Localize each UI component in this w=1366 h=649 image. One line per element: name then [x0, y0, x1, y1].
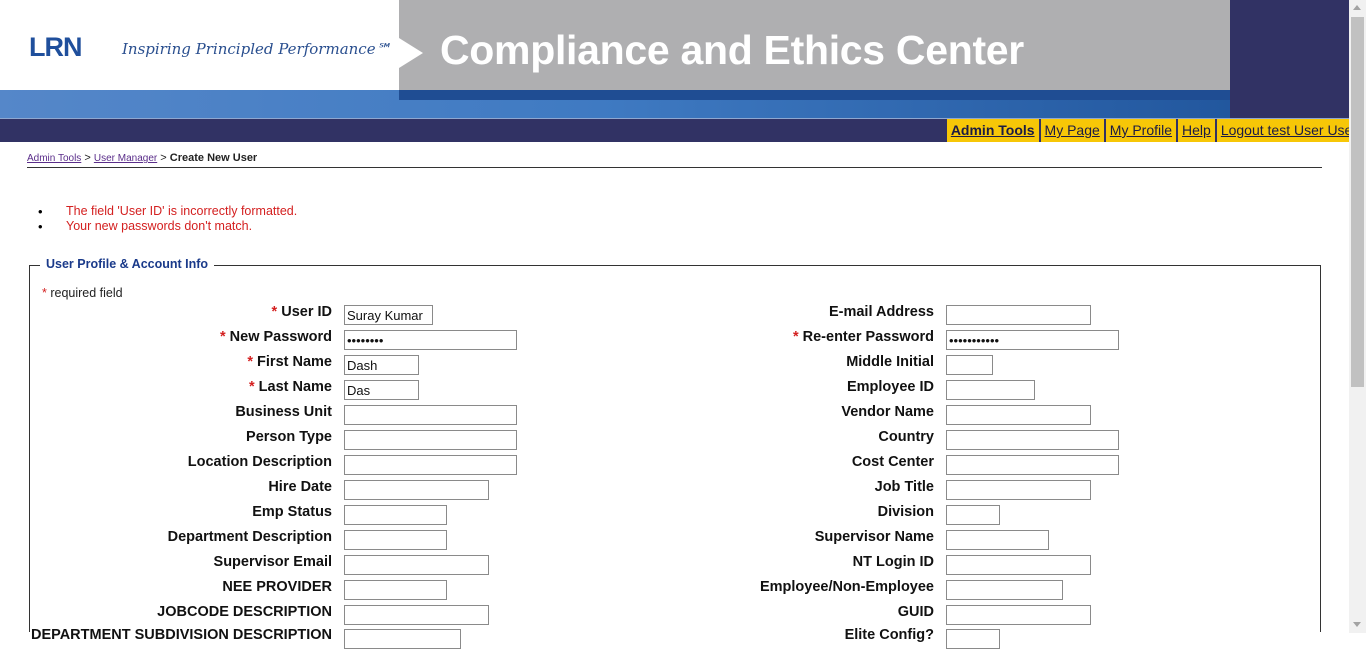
breadcrumb-admin-tools-link[interactable]: Admin Tools [27, 153, 81, 164]
jobcode-description-input[interactable] [344, 605, 489, 625]
employee-id-label: Employee ID [846, 379, 934, 395]
scroll-down-arrow-icon[interactable] [1353, 622, 1361, 627]
elite-config-label: Elite Config? [844, 627, 934, 643]
reenter-password-label: * Re-enter Password [793, 329, 934, 345]
job-title-input[interactable] [946, 480, 1091, 500]
label-text: New Password [229, 329, 332, 345]
user-id-label: * User ID [272, 304, 332, 320]
location-description-label: Location Description [187, 454, 332, 470]
supervisor-email-label: Supervisor Email [213, 554, 332, 570]
new-password-input[interactable] [344, 330, 517, 350]
department-subdivision-description-input[interactable] [344, 629, 461, 649]
middle-initial-input[interactable] [946, 355, 993, 375]
country-label: Country [878, 429, 934, 445]
user-id-input[interactable] [344, 305, 433, 325]
breadcrumb: Admin Tools > User Manager > Create New … [27, 152, 257, 164]
department-subdivision-description-label: DEPARTMENT SUBDIVISION DESCRIPTION [30, 627, 332, 643]
country-input[interactable] [946, 430, 1119, 450]
elite-config-input[interactable] [946, 629, 1000, 649]
required-star: * [271, 304, 278, 320]
label-text: Re-enter Password [802, 329, 934, 345]
hire-date-input[interactable] [344, 480, 489, 500]
header-blue-stripe [399, 90, 1230, 100]
breadcrumb-divider [27, 167, 1322, 168]
required-field-note: * required field [42, 286, 123, 300]
breadcrumb-current: Create New User [169, 152, 258, 164]
last-name-input[interactable] [344, 380, 419, 400]
email-address-label: E-mail Address [828, 304, 934, 320]
jobcode-description-label: JOBCODE DESCRIPTION [157, 604, 332, 620]
vertical-scrollbar[interactable] [1349, 0, 1366, 633]
required-star: * [247, 354, 254, 370]
logo-tagline: Inspiring Principled Performance℠ [122, 40, 391, 58]
cost-center-label: Cost Center [851, 454, 934, 470]
person-type-label: Person Type [246, 429, 332, 445]
supervisor-email-input[interactable] [344, 555, 489, 575]
division-input[interactable] [946, 505, 1000, 525]
first-name-label: * First Name [247, 354, 332, 370]
cost-center-input[interactable] [946, 455, 1119, 475]
nav-admin-tools-link[interactable]: Admin Tools [946, 119, 1039, 142]
breadcrumb-separator: > [84, 152, 91, 164]
error-list: The field 'User ID' is incorrectly forma… [38, 204, 297, 234]
breadcrumb-separator: > [160, 152, 167, 164]
hire-date-label: Hire Date [268, 479, 332, 495]
emp-status-input[interactable] [344, 505, 447, 525]
guid-input[interactable] [946, 605, 1091, 625]
header-corner-block [1230, 0, 1349, 118]
guid-label: GUID [897, 604, 934, 620]
scroll-up-arrow-icon[interactable] [1353, 5, 1361, 10]
reenter-password-input[interactable] [946, 330, 1119, 350]
label-text: First Name [257, 354, 332, 370]
employee-non-employee-label: Employee/Non-Employee [759, 579, 934, 595]
required-star: * [219, 329, 226, 345]
error-message: The field 'User ID' is incorrectly forma… [38, 204, 297, 219]
department-description-label: Department Description [167, 529, 332, 545]
page-title: Compliance and Ethics Center [440, 27, 1024, 73]
required-star: * [248, 379, 255, 395]
nav-my-profile-link[interactable]: My Profile [1105, 119, 1177, 142]
error-message: Your new passwords don't match. [38, 219, 297, 234]
breadcrumb-user-manager-link[interactable]: User Manager [94, 153, 157, 164]
nav-logout-link[interactable]: Logout test User User [1216, 119, 1361, 142]
required-note-text: required field [46, 286, 123, 300]
label-text: User ID [281, 304, 332, 320]
supervisor-name-label: Supervisor Name [814, 529, 934, 545]
employee-id-input[interactable] [946, 380, 1035, 400]
middle-initial-label: Middle Initial [846, 354, 934, 370]
new-password-label: * New Password [220, 329, 332, 345]
nt-login-id-input[interactable] [946, 555, 1091, 575]
vendor-name-label: Vendor Name [841, 404, 934, 420]
nav-help-link[interactable]: Help [1178, 119, 1215, 142]
business-unit-label: Business Unit [235, 404, 332, 420]
required-star: * [792, 329, 799, 345]
nee-provider-label: NEE PROVIDER [222, 579, 332, 595]
department-description-input[interactable] [344, 530, 447, 550]
person-type-input[interactable] [344, 430, 517, 450]
last-name-label: * Last Name [249, 379, 332, 395]
scroll-thumb[interactable] [1351, 17, 1364, 387]
email-address-input[interactable] [946, 305, 1091, 325]
first-name-input[interactable] [344, 355, 419, 375]
nav-my-page-link[interactable]: My Page [1040, 119, 1104, 142]
job-title-label: Job Title [874, 479, 934, 495]
header-arrow-icon [399, 38, 423, 68]
emp-status-label: Emp Status [252, 504, 332, 520]
business-unit-input[interactable] [344, 405, 517, 425]
user-profile-fieldset [29, 265, 1321, 632]
location-description-input[interactable] [344, 455, 517, 475]
division-label: Division [877, 504, 934, 520]
vendor-name-input[interactable] [946, 405, 1091, 425]
nee-provider-input[interactable] [344, 580, 447, 600]
lrn-logo: LRN [29, 32, 82, 62]
fieldset-legend: User Profile & Account Info [40, 257, 215, 271]
label-text: Last Name [258, 379, 332, 395]
top-nav-links: Admin Tools My Page My Profile Help Logo… [945, 119, 1361, 142]
nt-login-id-label: NT Login ID [852, 554, 934, 570]
employee-non-employee-input[interactable] [946, 580, 1063, 600]
supervisor-name-input[interactable] [946, 530, 1049, 550]
